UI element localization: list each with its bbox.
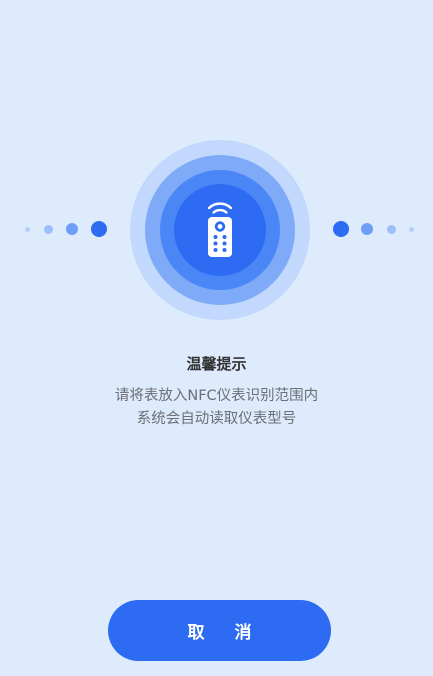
left-dot-2 <box>66 223 78 235</box>
message-line-2: 系统会自动读取仪表型号 <box>136 411 297 427</box>
right-dot-1 <box>333 221 349 237</box>
dialog-title: 温馨提示 <box>186 355 247 373</box>
nfc-remote-meter-icon <box>207 202 233 257</box>
right-dot-4 <box>409 227 414 232</box>
right-dot-3 <box>387 225 396 234</box>
message-line-1: 请将表放入NFC仪表识别范围内 <box>114 388 319 404</box>
cancel-button[interactable]: 取 消 <box>108 600 331 661</box>
nfc-scan-screen: 温馨提示 请将表放入NFC仪表识别范围内 系统会自动读取仪表型号 取 消 <box>0 0 433 676</box>
left-dot-1 <box>91 221 107 237</box>
right-dot-2 <box>361 223 373 235</box>
left-dot-4 <box>25 227 30 232</box>
left-dot-3 <box>44 225 53 234</box>
